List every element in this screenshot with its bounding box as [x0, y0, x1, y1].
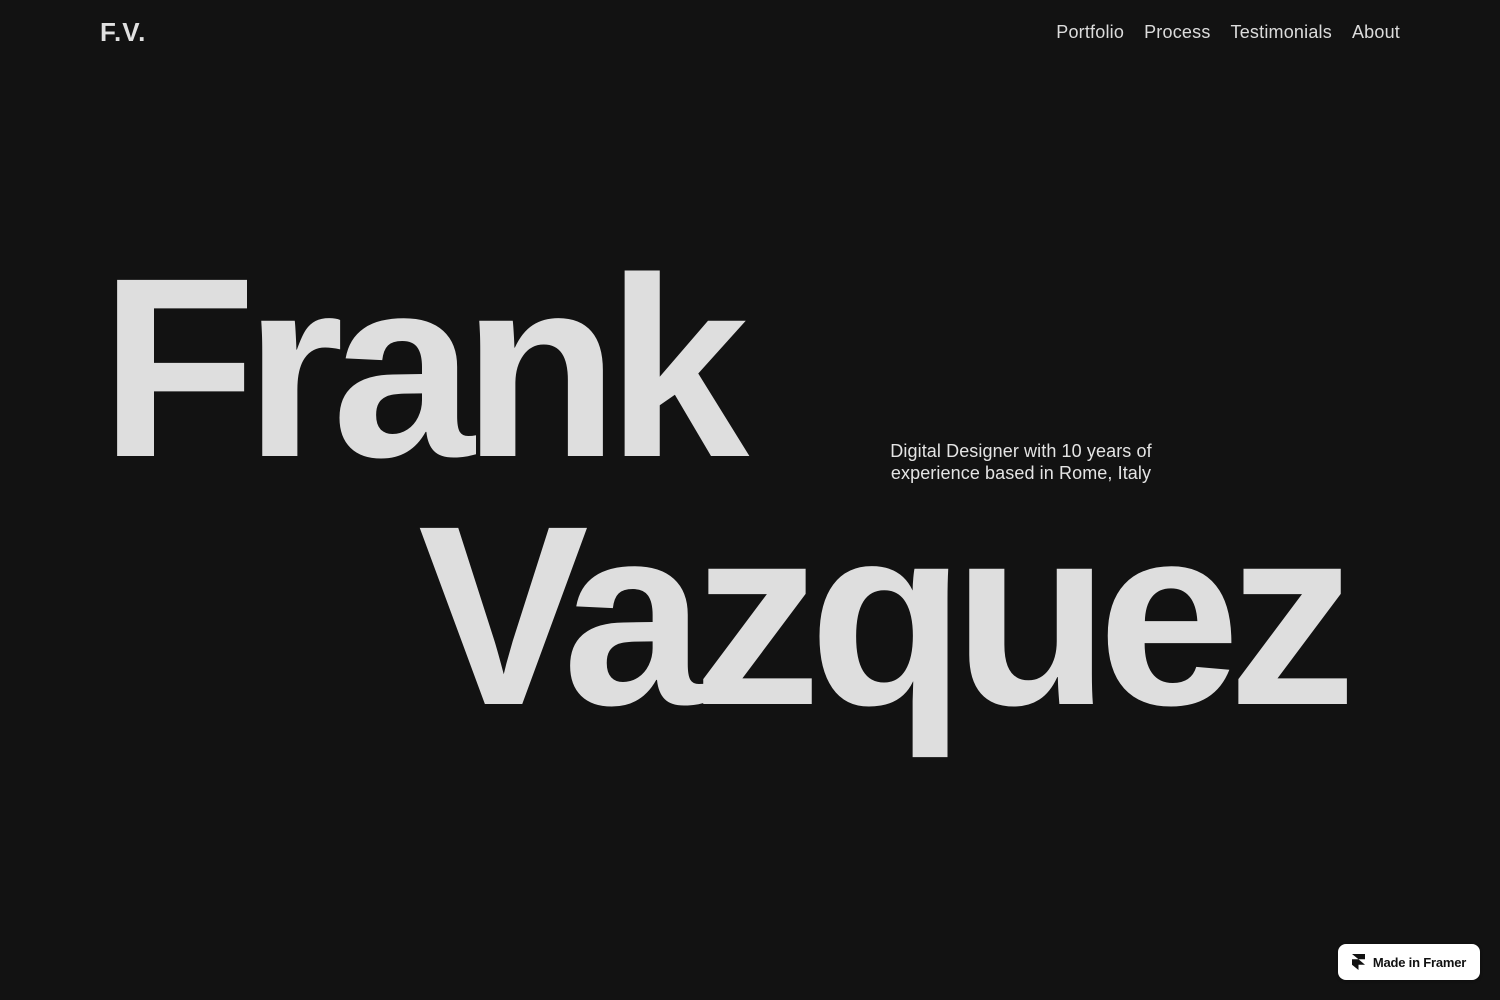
made-in-framer-badge[interactable]: Made in Framer: [1338, 944, 1480, 980]
hero-last-name: Vazquez: [418, 473, 1356, 759]
site-header: F.V. Portfolio Process Testimonials Abou…: [100, 14, 1400, 50]
nav-portfolio-link[interactable]: Portfolio: [1056, 22, 1124, 43]
nav-process-link[interactable]: Process: [1144, 22, 1210, 43]
hero-first-name: Frank: [100, 225, 749, 511]
page: F.V. Portfolio Process Testimonials Abou…: [0, 0, 1500, 1000]
framer-logo-icon: [1351, 954, 1365, 970]
main-nav: Portfolio Process Testimonials About: [1056, 22, 1400, 43]
nav-about-link[interactable]: About: [1352, 22, 1400, 43]
logo-link[interactable]: F.V.: [100, 17, 146, 48]
nav-testimonials-link[interactable]: Testimonials: [1231, 22, 1332, 43]
framer-badge-label: Made in Framer: [1372, 954, 1467, 970]
